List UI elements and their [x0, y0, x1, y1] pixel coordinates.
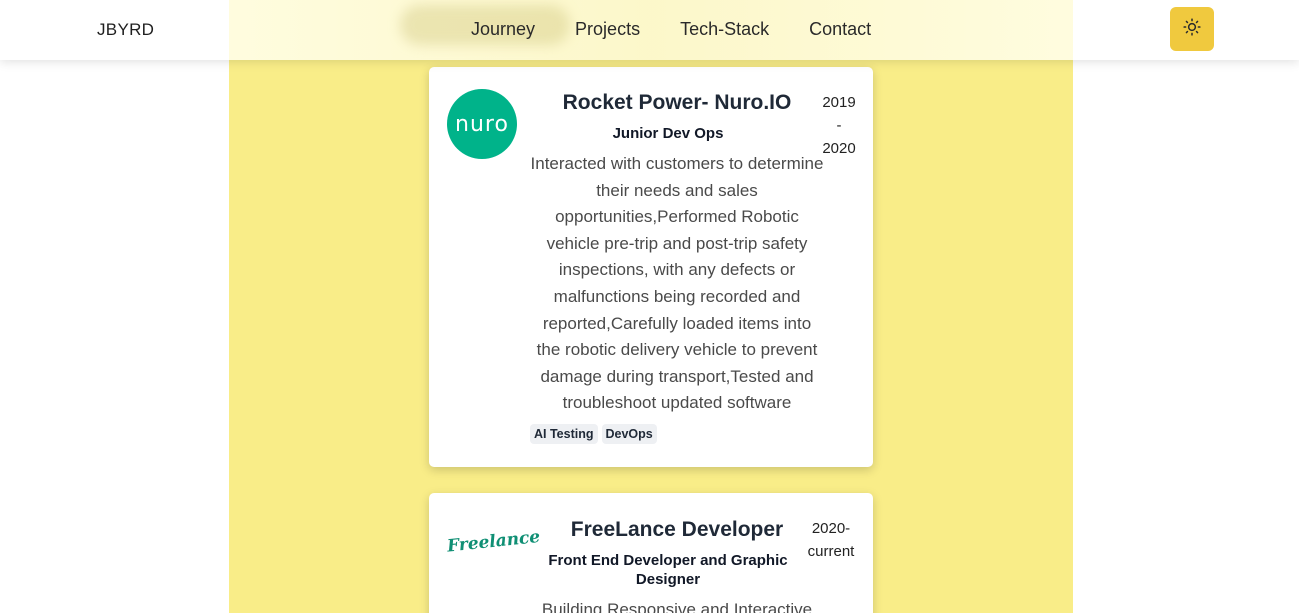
description-line: the robotic delivery vehicle to prevent [536, 340, 818, 360]
date-separator: - [836, 117, 842, 134]
freelance-logo: Freelance [446, 526, 542, 557]
portfolio-page: nuro Rocket Power- Nuro.IO Junior Dev Op… [0, 0, 1299, 613]
card-dates: 2020- current [807, 517, 855, 563]
card-title: FreeLance Developer [570, 518, 784, 541]
nav-link-projects[interactable]: Projects [575, 19, 640, 40]
tag-list: AI Testing DevOps [530, 424, 657, 444]
description-line: damage during transport,Tested and [540, 366, 814, 386]
date-start: 2020- [811, 520, 851, 537]
nav-link-contact[interactable]: Contact [809, 19, 871, 40]
role-line: Front End Developer and Graphic [548, 552, 788, 569]
card-role: Front End Developer and Graphic Designer [537, 551, 799, 589]
nav-link-tech-stack[interactable]: Tech-Stack [680, 19, 769, 40]
description-line: inspections, with any defects or [558, 260, 796, 280]
card-description: Building Responsive and Interactive [529, 597, 825, 613]
role-line: Designer [635, 571, 701, 588]
experience-card-freelance: Freelance FreeLance Developer Front End … [429, 493, 873, 613]
date-end: current [807, 543, 855, 560]
brand-logo[interactable]: JBYRD [97, 20, 154, 40]
card-description: Interacted with customers to determine t… [529, 151, 825, 417]
theme-toggle-button[interactable] [1170, 7, 1214, 51]
description-line: vehicle pre-trip and post-trip safety [546, 233, 808, 253]
date-start: 2019 [822, 94, 856, 111]
description-line: their needs and sales [596, 180, 758, 200]
description-line: Building Responsive and Interactive [541, 600, 813, 613]
navbar: JBYRD Journey Projects Tech-Stack Contac… [0, 0, 1299, 60]
sun-icon [1183, 17, 1201, 41]
experience-card-nuro: nuro Rocket Power- Nuro.IO Junior Dev Op… [429, 67, 873, 467]
description-line: opportunities,Performed Robotic [555, 207, 799, 227]
nav-link-journey[interactable]: Journey [471, 19, 535, 40]
description-line: malfunctions being recorded and [553, 286, 801, 306]
main-nav: Journey Projects Tech-Stack Contact [471, 19, 871, 40]
tag-devops: DevOps [601, 424, 657, 444]
card-dates: 2019 - 2020 [817, 91, 861, 160]
card-title: Rocket Power- Nuro.IO [562, 91, 792, 114]
description-line: reported,Carefully loaded items into [542, 313, 812, 333]
nuro-logo: nuro [447, 89, 517, 159]
description-line: troubleshoot updated software [562, 393, 792, 413]
card-role: Junior Dev Ops [612, 125, 724, 142]
tag-ai-testing: AI Testing [530, 424, 598, 444]
description-line: Interacted with customers to determine [530, 154, 824, 173]
